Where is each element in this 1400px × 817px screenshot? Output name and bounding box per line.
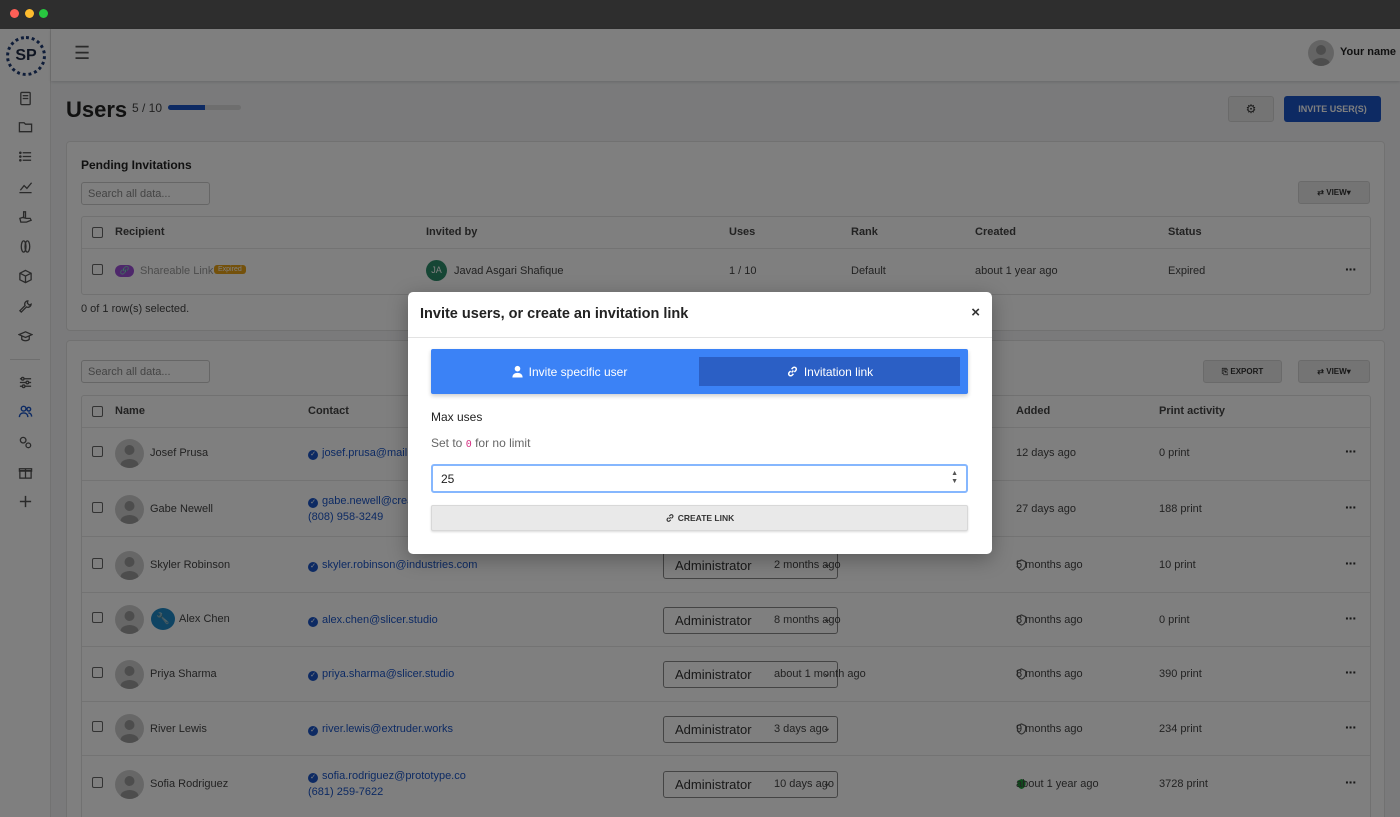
tab-invite-specific-user[interactable]: Invite specific user bbox=[439, 357, 699, 386]
tab-invitation-link[interactable]: Invitation link bbox=[699, 357, 960, 386]
invite-modal: Invite users, or create an invitation li… bbox=[408, 292, 992, 554]
create-link-button[interactable]: CREATE LINK bbox=[431, 505, 968, 531]
modal-divider bbox=[408, 337, 992, 338]
close-icon[interactable]: × bbox=[971, 304, 980, 321]
user-icon bbox=[512, 365, 523, 378]
max-uses-input[interactable]: 25 ▲ ▼ bbox=[431, 464, 968, 493]
max-uses-label: Max uses bbox=[431, 410, 483, 424]
number-stepper[interactable]: ▲ ▼ bbox=[951, 470, 958, 486]
link-icon bbox=[787, 366, 797, 377]
invite-mode-tabs: Invite specific user Invitation link bbox=[431, 349, 968, 394]
max-uses-hint: Set to 0 for no limit bbox=[431, 436, 531, 450]
modal-title: Invite users, or create an invitation li… bbox=[420, 306, 689, 322]
link-icon bbox=[666, 514, 674, 522]
hint-code: 0 bbox=[465, 439, 472, 450]
